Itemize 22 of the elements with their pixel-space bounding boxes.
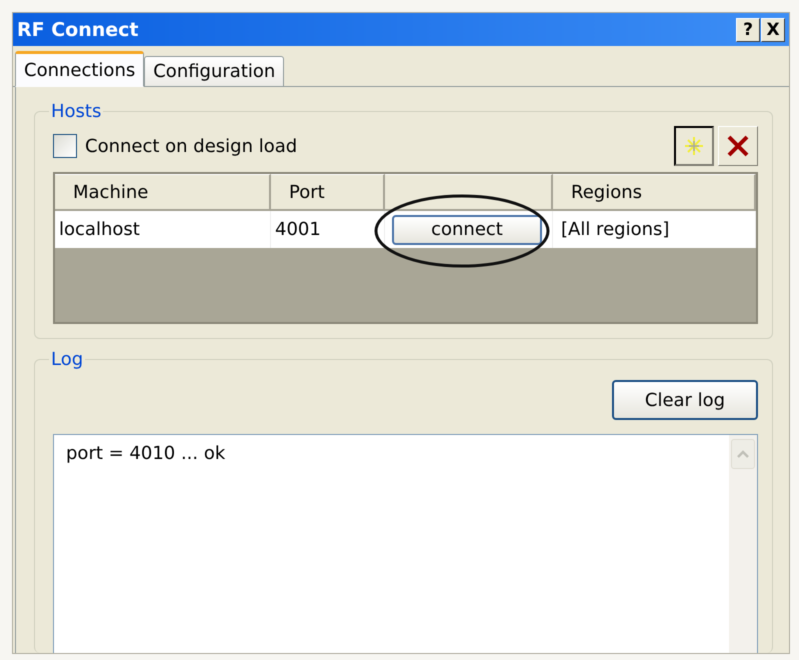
- checkbox-label: Connect on design load: [85, 136, 298, 156]
- window-title: RF Connect: [17, 18, 139, 40]
- delete-button[interactable]: [718, 126, 758, 166]
- connect-button[interactable]: connect: [392, 214, 542, 244]
- add-button[interactable]: [674, 126, 714, 166]
- table-cell: 4001: [271, 211, 385, 248]
- tab[interactable]: Connections: [15, 51, 144, 87]
- clear-log-button[interactable]: Clear log: [612, 380, 758, 420]
- help-button[interactable]: ?: [736, 18, 760, 42]
- sparkle-icon: [683, 135, 705, 157]
- table-cell: [All regions]: [553, 211, 756, 248]
- table-cell: localhost: [55, 211, 271, 248]
- connect-on-load-checkbox[interactable]: Connect on design load: [53, 134, 298, 158]
- tab[interactable]: Configuration: [144, 56, 284, 87]
- scrollbar[interactable]: [729, 435, 757, 653]
- group-title: Log: [50, 349, 84, 370]
- group-title: Hosts: [50, 101, 102, 122]
- close-icon: [726, 134, 750, 158]
- log-line: port = 4010 ... ok: [66, 443, 226, 464]
- close-button[interactable]: X: [761, 18, 785, 42]
- scroll-up-icon: [736, 449, 750, 459]
- log-textarea[interactable]: port = 4010 ... ok: [53, 434, 758, 653]
